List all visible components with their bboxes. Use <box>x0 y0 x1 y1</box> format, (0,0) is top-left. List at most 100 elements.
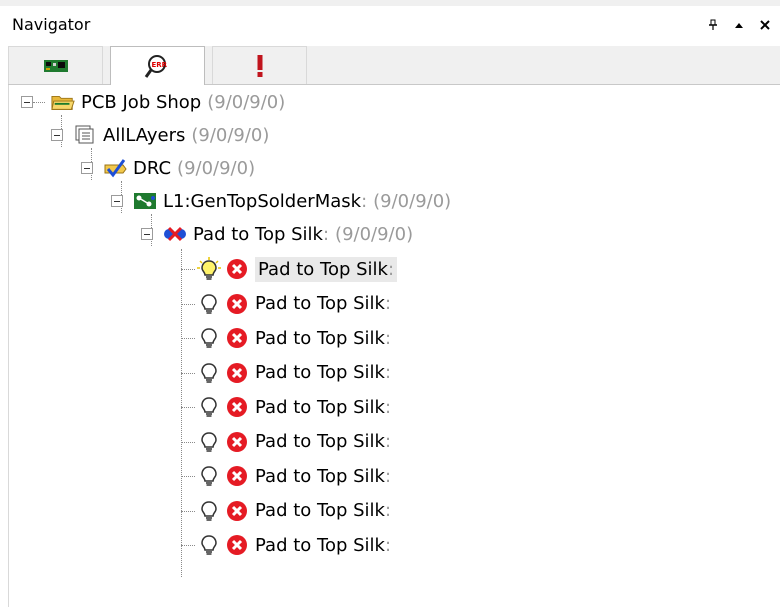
violation-label-wrap: Pad to Top Silk: <box>255 397 391 418</box>
violation-label-wrap: Pad to Top Silk: <box>255 293 391 314</box>
lightbulb-icon[interactable] <box>197 292 221 316</box>
error-icon <box>225 464 249 488</box>
magnifier-error-icon: ERR <box>144 54 172 80</box>
caret-up-icon[interactable] <box>732 18 746 32</box>
collapse-toggle[interactable] <box>111 195 123 207</box>
tree-node-label: DRC <box>133 157 172 179</box>
violation-colon: : <box>384 362 392 383</box>
collapse-toggle[interactable] <box>51 129 63 141</box>
collapse-toggle[interactable] <box>21 96 33 108</box>
tree-node-drc[interactable]: DRC (9/0/9/0) <box>81 151 255 185</box>
lightbulb-icon[interactable] <box>197 499 221 523</box>
tree-node-rule[interactable]: Pad to Top Silk: (9/0/9/0) <box>141 217 413 251</box>
violation-colon: : <box>384 327 392 349</box>
tab-strip: ERR <box>8 46 780 86</box>
violation-label: Pad to Top Silk <box>255 293 385 314</box>
close-icon[interactable] <box>758 18 772 32</box>
violation-row[interactable]: Pad to Top Silk: <box>181 287 391 321</box>
panel-title: Navigator <box>12 15 91 34</box>
tree-connector <box>181 510 195 512</box>
violation-label-wrap: Pad to Top Silk: <box>255 362 391 383</box>
error-icon <box>225 395 249 419</box>
navigator-tree[interactable]: PCB Job Shop (9/0/9/0) AllLAyers (9/0/9/… <box>8 85 780 607</box>
tree-connector <box>181 372 195 374</box>
tree-node-label: L1:GenTopSolderMask <box>163 190 362 212</box>
tree-node-layer[interactable]: L1:GenTopSolderMask: (9/0/9/0) <box>111 184 451 218</box>
violation-label-wrap: Pad to Top Silk: <box>255 466 391 487</box>
tab-errors[interactable] <box>212 46 307 84</box>
violation-label-wrap: Pad to Top Silk: <box>255 500 391 521</box>
exclamation-icon <box>255 54 265 78</box>
tree-connector <box>181 476 195 477</box>
violation-row[interactable]: Pad to Top Silk: <box>181 356 391 390</box>
svg-text:ERR: ERR <box>151 61 167 69</box>
panel-titlebar: Navigator <box>0 0 780 40</box>
tree-connector <box>181 338 195 339</box>
error-icon <box>225 361 249 385</box>
error-icon <box>225 430 249 454</box>
violation-label: Pad to Top Silk <box>255 465 385 487</box>
violation-colon: : <box>384 534 392 556</box>
violation-label-wrap: Pad to Top Silk: <box>255 535 391 556</box>
folder-icon <box>51 90 75 114</box>
error-icon <box>225 326 249 350</box>
violation-row[interactable]: Pad to Top Silk: <box>181 425 391 459</box>
tree-node-root[interactable]: PCB Job Shop (9/0/9/0) <box>21 85 285 119</box>
violation-label-wrap: Pad to Top Silk: <box>255 328 391 349</box>
tab-board[interactable] <box>8 46 103 84</box>
layers-icon <box>73 123 97 147</box>
collapse-toggle[interactable] <box>81 162 93 174</box>
tree-node-count: (9/0/9/0) <box>335 223 414 245</box>
pin-icon[interactable] <box>706 18 720 32</box>
tree-node-label: AllLAyers <box>103 124 186 146</box>
tree-node-label: PCB Job Shop <box>81 91 202 113</box>
violation-row[interactable]: Pad to Top Silk: <box>181 459 391 493</box>
violation-row[interactable]: Pad to Top Silk: <box>181 252 398 286</box>
lightbulb-icon[interactable] <box>197 361 221 385</box>
violation-row[interactable]: Pad to Top Silk: <box>181 321 391 355</box>
violation-label-wrap: Pad to Top Silk: <box>255 431 391 452</box>
violation-colon: : <box>387 258 395 280</box>
drc-check-icon <box>103 156 127 180</box>
violation-label: Pad to Top Silk <box>255 396 385 418</box>
tab-drc[interactable]: ERR <box>110 46 205 86</box>
rule-icon <box>163 222 187 246</box>
tree-node-all-layers[interactable]: AllLAyers (9/0/9/0) <box>51 118 269 152</box>
error-icon <box>225 499 249 523</box>
tree-connector <box>33 102 45 103</box>
lightbulb-icon[interactable] <box>197 533 221 557</box>
violation-colon: : <box>384 431 392 452</box>
violation-label: Pad to Top Silk <box>258 258 388 280</box>
lightbulb-icon[interactable] <box>197 464 221 488</box>
lightbulb-icon[interactable] <box>197 326 221 350</box>
tree-node-count: (9/0/9/0) <box>177 157 256 179</box>
tree-connector <box>181 545 195 546</box>
lightbulb-icon[interactable] <box>197 395 221 419</box>
violation-label: Pad to Top Silk <box>255 327 385 349</box>
tree-node-count: (9/0/9/0) <box>373 190 452 212</box>
tree-connector <box>181 407 195 408</box>
violation-label: Pad to Top Silk <box>255 362 385 383</box>
violation-row[interactable]: Pad to Top Silk: <box>181 494 391 528</box>
violation-colon: : <box>384 500 392 521</box>
error-icon <box>225 533 249 557</box>
violation-label: Pad to Top Silk <box>255 431 385 452</box>
violation-row[interactable]: Pad to Top Silk: <box>181 528 391 562</box>
tree-connector <box>181 303 195 305</box>
lightbulb-on-icon[interactable] <box>197 257 221 281</box>
layer-net-icon <box>133 189 157 213</box>
tree-node-colon: : <box>361 190 368 212</box>
violation-label: Pad to Top Silk <box>255 500 385 521</box>
violation-row[interactable]: Pad to Top Silk: <box>181 390 391 424</box>
tree-node-label: Pad to Top Silk <box>193 223 323 245</box>
lightbulb-icon[interactable] <box>197 430 221 454</box>
window-buttons <box>706 18 772 32</box>
tree-node-count: (9/0/9/0) <box>191 124 270 146</box>
error-icon <box>225 257 249 281</box>
collapse-toggle[interactable] <box>141 228 153 240</box>
violation-label: Pad to Top Silk <box>255 534 385 556</box>
error-icon <box>225 292 249 316</box>
tree-connector <box>181 441 195 443</box>
tree-connector <box>181 269 195 270</box>
tree-node-colon: : <box>322 223 330 245</box>
